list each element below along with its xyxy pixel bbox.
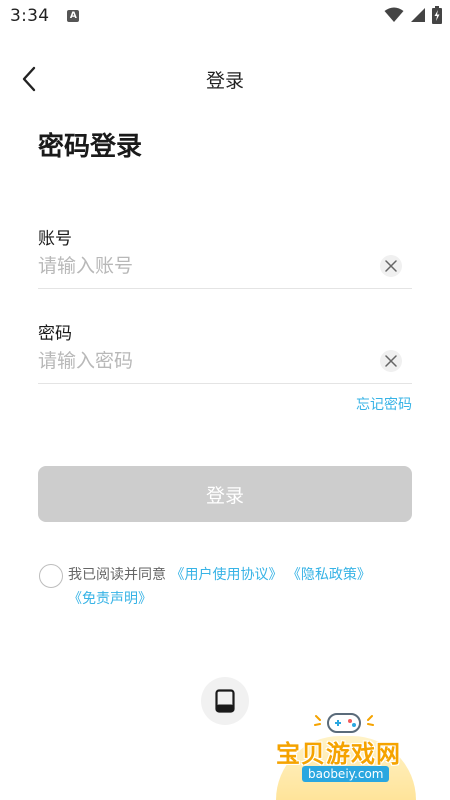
close-icon [385,260,397,272]
watermark-title: 宝贝游戏网 [276,740,401,768]
forgot-password-link[interactable]: 忘记密码 [356,394,412,414]
agreement-text: 我已阅读并同意 《用户使用协议》 《隐私政策》 《免责声明》 [68,563,398,611]
battery-icon [432,6,442,24]
account-field [38,245,412,289]
login-button[interactable]: 登录 [38,466,412,522]
wifi-icon [384,7,404,22]
password-field [38,340,412,384]
password-input[interactable] [38,340,368,382]
tablet-icon [215,689,235,713]
watermark: 宝贝游戏网 baobeiy.com [268,700,450,800]
signal-icon [411,8,425,22]
password-clear-button[interactable] [380,350,402,372]
agreement-checkbox[interactable] [39,564,63,588]
account-clear-button[interactable] [380,255,402,277]
device-login-button[interactable] [201,677,249,725]
status-time: 3:34 [10,6,50,26]
watermark-url: baobeiy.com [302,766,390,782]
status-indicators [384,6,442,24]
close-icon [385,355,397,367]
disclaimer-link[interactable]: 《免责声明》 [68,591,152,607]
page-title: 密码登录 [38,132,143,162]
status-bar: 3:34 A [0,0,450,32]
header-title: 登录 [205,70,244,92]
agreement-prefix: 我已阅读并同意 [68,567,166,583]
header: 登录 [0,56,450,102]
gamepad-icon [314,713,374,733]
user-agreement-link[interactable]: 《用户使用协议》 [170,567,282,583]
notification-icon: A [67,10,80,22]
account-input[interactable] [38,245,368,287]
privacy-policy-link[interactable]: 《隐私政策》 [287,567,371,583]
